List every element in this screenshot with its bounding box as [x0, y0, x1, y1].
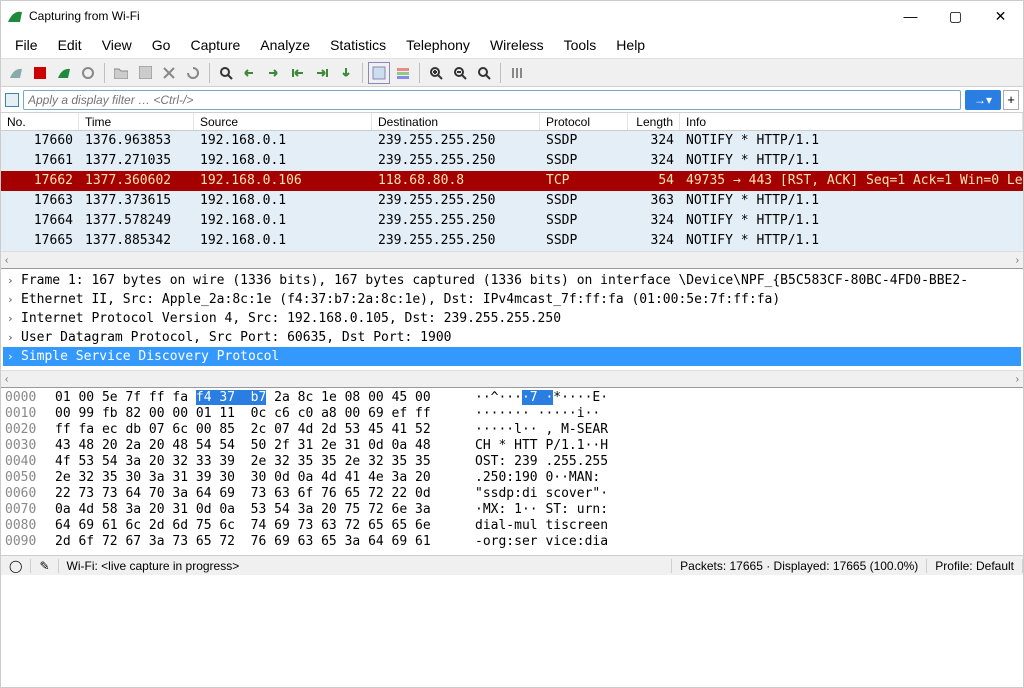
col-no[interactable]: No. [1, 113, 79, 130]
menu-statistics[interactable]: Statistics [320, 33, 396, 57]
toolbar [1, 59, 1023, 87]
menu-wireless[interactable]: Wireless [480, 33, 554, 57]
col-info[interactable]: Info [680, 113, 1023, 130]
packet-list-header: No. Time Source Destination Protocol Len… [1, 113, 1023, 131]
col-len[interactable]: Length [628, 113, 680, 130]
apply-filter-button[interactable]: →▾ [965, 90, 1001, 110]
expert-info-icon[interactable]: ◯ [1, 559, 31, 573]
table-row[interactable]: 176611377.271035192.168.0.1239.255.255.2… [1, 151, 1023, 171]
hex-row[interactable]: 00902d 6f 72 67 3a 73 65 72 76 69 63 65 … [5, 534, 1019, 550]
packet-list[interactable]: 176601376.963853192.168.0.1239.255.255.2… [1, 131, 1023, 251]
detail-ip: ›Internet Protocol Version 4, Src: 192.1… [3, 309, 1021, 328]
packet-details[interactable]: ›Frame 1: 167 bytes on wire (1336 bits),… [1, 268, 1023, 370]
table-row[interactable]: 176641377.578249192.168.0.1239.255.255.2… [1, 211, 1023, 231]
menu-help[interactable]: Help [606, 33, 655, 57]
packet-counts: Packets: 17665 · Displayed: 17665 (100.0… [672, 559, 927, 573]
detail-ssdp: ›Simple Service Discovery Protocol [3, 347, 1021, 366]
capture-status: Wi-Fi: <live capture in progress> [59, 559, 673, 573]
restart-capture-icon[interactable] [53, 62, 75, 84]
window-title: Capturing from Wi-Fi [29, 9, 888, 23]
add-filter-button[interactable]: + [1003, 90, 1019, 110]
menu-go[interactable]: Go [142, 33, 181, 57]
goto-last-icon[interactable] [311, 62, 333, 84]
zoom-in-icon[interactable] [425, 62, 447, 84]
col-proto[interactable]: Protocol [540, 113, 628, 130]
menu-analyze[interactable]: Analyze [250, 33, 320, 57]
zoom-out-icon[interactable] [449, 62, 471, 84]
reload-icon[interactable] [182, 62, 204, 84]
hex-row[interactable]: 006022 73 73 64 70 3a 64 69 73 63 6f 76 … [5, 486, 1019, 502]
statusbar: ◯ ✎ Wi-Fi: <live capture in progress> Pa… [1, 555, 1023, 575]
col-dst[interactable]: Destination [372, 113, 540, 130]
col-src[interactable]: Source [194, 113, 372, 130]
prev-icon[interactable] [239, 62, 261, 84]
packet-bytes[interactable]: 000001 00 5e 7f ff fa f4 37 b7 2a 8c 1e … [1, 387, 1023, 555]
next-icon[interactable] [263, 62, 285, 84]
minimize-button[interactable]: — [888, 2, 933, 30]
wireshark-logo-icon [7, 8, 23, 24]
packet-list-scrollbar[interactable]: ‹› [1, 251, 1023, 268]
save-file-icon[interactable] [134, 62, 156, 84]
goto-first-icon[interactable] [287, 62, 309, 84]
details-scrollbar[interactable]: ‹› [1, 370, 1023, 387]
close-file-icon[interactable] [158, 62, 180, 84]
bookmark-filter-icon[interactable] [5, 93, 19, 107]
find-icon[interactable] [215, 62, 237, 84]
table-row[interactable]: 176631377.373615192.168.0.1239.255.255.2… [1, 191, 1023, 211]
autoscroll-icon[interactable] [368, 62, 390, 84]
resize-columns-icon[interactable] [506, 62, 528, 84]
col-time[interactable]: Time [79, 113, 194, 130]
window-titlebar: Capturing from Wi-Fi — ▢ ✕ [1, 1, 1023, 31]
close-button[interactable]: ✕ [978, 2, 1023, 30]
menu-file[interactable]: File [5, 33, 48, 57]
maximize-button[interactable]: ▢ [933, 2, 978, 30]
table-row[interactable]: 176601376.963853192.168.0.1239.255.255.2… [1, 131, 1023, 151]
hex-row[interactable]: 00404f 53 54 3a 20 32 33 39 2e 32 35 35 … [5, 454, 1019, 470]
table-row[interactable]: 176621377.360602192.168.0.106118.68.80.8… [1, 171, 1023, 191]
open-file-icon[interactable] [110, 62, 132, 84]
detail-eth: ›Ethernet II, Src: Apple_2a:8c:1e (f4:37… [3, 290, 1021, 309]
display-filter-input[interactable] [23, 90, 961, 110]
stop-capture-icon[interactable] [29, 62, 51, 84]
menu-telephony[interactable]: Telephony [396, 33, 480, 57]
menu-view[interactable]: View [92, 33, 142, 57]
zoom-reset-icon[interactable] [473, 62, 495, 84]
menu-edit[interactable]: Edit [48, 33, 92, 57]
menubar: File Edit View Go Capture Analyze Statis… [1, 31, 1023, 59]
menu-capture[interactable]: Capture [180, 33, 250, 57]
display-filter-bar: →▾ + [1, 87, 1023, 113]
hex-row[interactable]: 000001 00 5e 7f ff fa f4 37 b7 2a 8c 1e … [5, 390, 1019, 406]
goto-packet-icon[interactable] [335, 62, 357, 84]
detail-frame: ›Frame 1: 167 bytes on wire (1336 bits),… [3, 271, 1021, 290]
hex-row[interactable]: 00502e 32 35 30 3a 31 39 30 30 0d 0a 4d … [5, 470, 1019, 486]
hex-row[interactable]: 00700a 4d 58 3a 20 31 0d 0a 53 54 3a 20 … [5, 502, 1019, 518]
colorize-icon[interactable] [392, 62, 414, 84]
detail-udp: ›User Datagram Protocol, Src Port: 60635… [3, 328, 1021, 347]
menu-tools[interactable]: Tools [554, 33, 607, 57]
profile-name[interactable]: Profile: Default [927, 559, 1023, 573]
start-capture-icon[interactable] [5, 62, 27, 84]
hex-row[interactable]: 0020ff fa ec db 07 6c 00 85 2c 07 4d 2d … [5, 422, 1019, 438]
capture-options-icon[interactable] [77, 62, 99, 84]
hex-row[interactable]: 008064 69 61 6c 2d 6d 75 6c 74 69 73 63 … [5, 518, 1019, 534]
hex-row[interactable]: 003043 48 20 2a 20 48 54 54 50 2f 31 2e … [5, 438, 1019, 454]
table-row[interactable]: 176651377.885342192.168.0.1239.255.255.2… [1, 231, 1023, 251]
hex-row[interactable]: 001000 99 fb 82 00 00 01 11 0c c6 c0 a8 … [5, 406, 1019, 422]
annotate-icon[interactable]: ✎ [31, 559, 58, 573]
